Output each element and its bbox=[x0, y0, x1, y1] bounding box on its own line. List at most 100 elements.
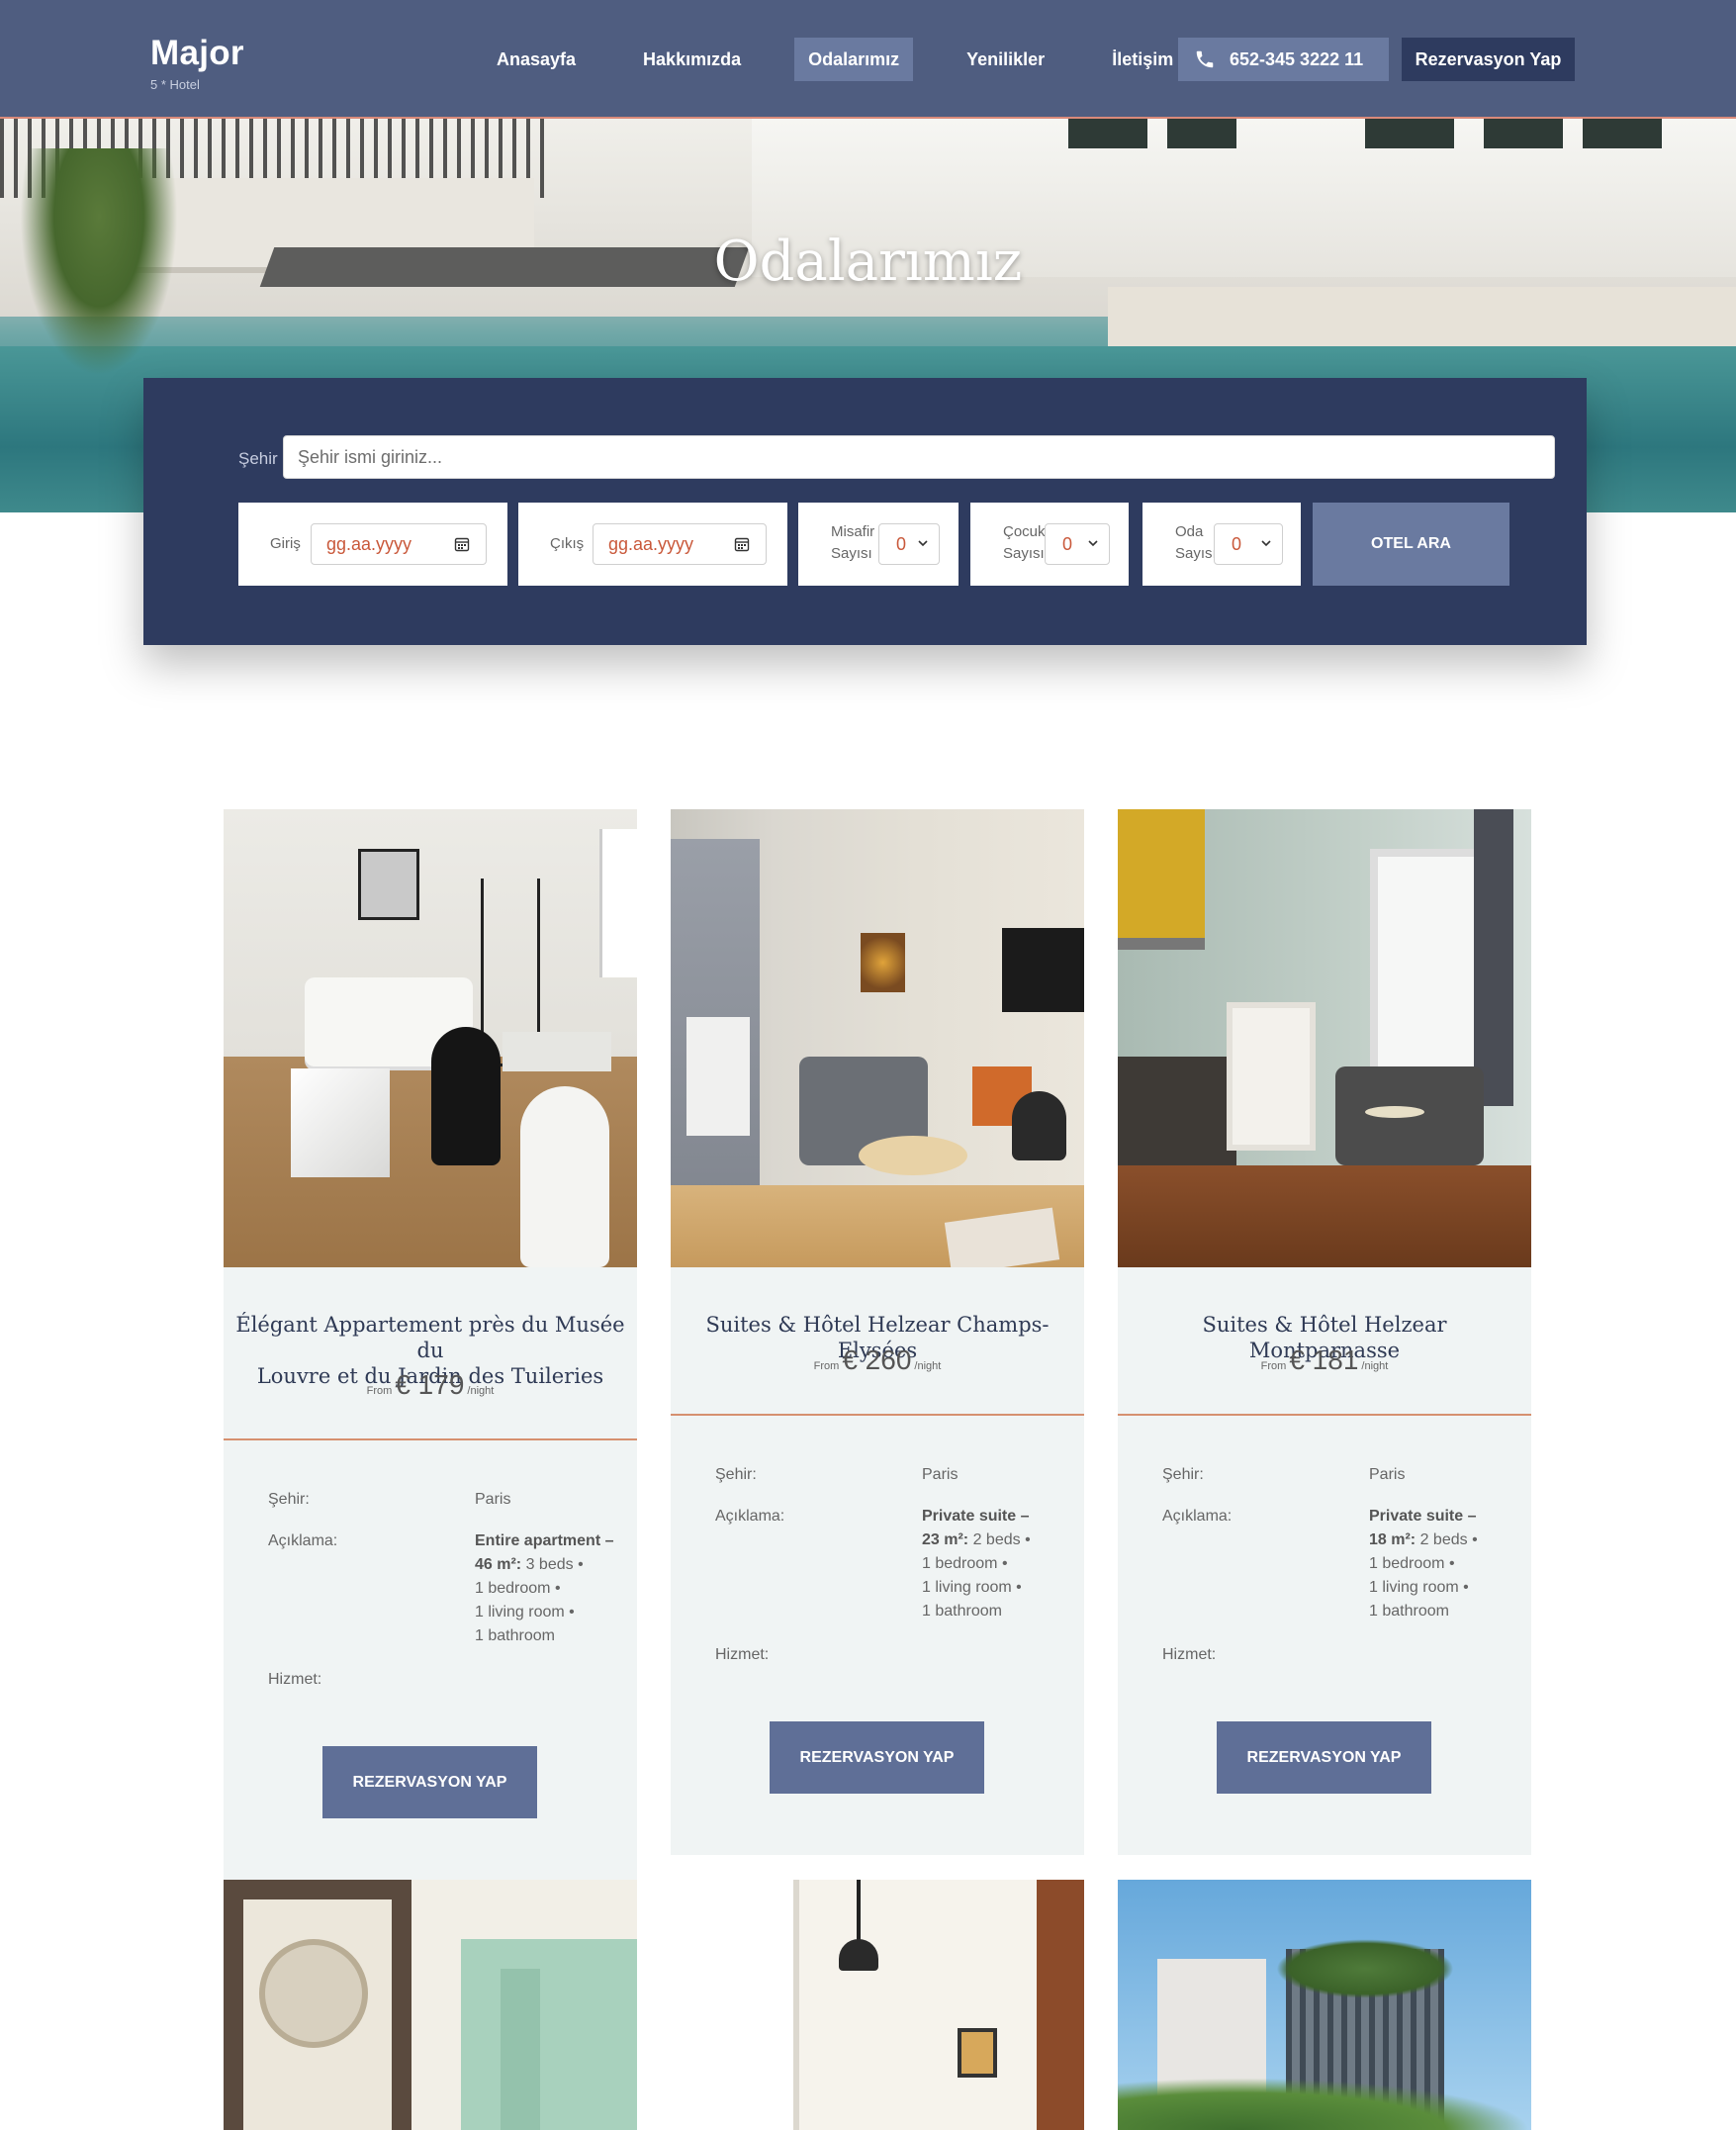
checkout-date-input[interactable]: gg.aa.yyyy bbox=[593, 523, 767, 565]
hero-image-window bbox=[1583, 119, 1662, 148]
city-value: Paris bbox=[475, 1491, 511, 1508]
city-value: Paris bbox=[1369, 1466, 1406, 1483]
rooms-field: Oda Sayısı 0 bbox=[1142, 503, 1301, 586]
rooms-label-line1: Oda bbox=[1175, 523, 1204, 540]
header-reserve-button[interactable]: Rezervasyon Yap bbox=[1402, 38, 1575, 81]
brand-name: Major bbox=[150, 34, 244, 72]
price-per-night: /night bbox=[467, 1385, 495, 1397]
description-row-label: Açıklama: bbox=[1162, 1508, 1233, 1525]
rooms-select[interactable]: 0 bbox=[1214, 523, 1283, 565]
desc-text: 1 bathroom bbox=[922, 1603, 1002, 1620]
brand-subtitle: 5 * Hotel bbox=[150, 77, 200, 92]
city-label: Şehir bbox=[238, 449, 278, 468]
room-photo[interactable] bbox=[1118, 1880, 1531, 2130]
children-label-line1: Çocuk bbox=[1003, 523, 1046, 540]
checkin-date-input[interactable]: gg.aa.yyyy bbox=[311, 523, 487, 565]
children-value: 0 bbox=[1062, 534, 1073, 554]
price-from-label: From bbox=[366, 1385, 393, 1397]
children-field: Çocuk Sayısı 0 bbox=[970, 503, 1129, 586]
checkin-field: Giriş gg.aa.yyyy bbox=[238, 503, 507, 586]
checkout-placeholder: gg.aa.yyyy bbox=[608, 534, 694, 554]
price-from-label: From bbox=[1260, 1360, 1287, 1372]
service-row-label: Hizmet: bbox=[268, 1671, 322, 1688]
desc-text: 1 living room • bbox=[1369, 1579, 1469, 1596]
price-per-night: /night bbox=[1361, 1360, 1389, 1372]
room-card: Suites & Hôtel Helzear Montparnasse From… bbox=[1118, 809, 1531, 1855]
hero-image-ledge bbox=[1108, 287, 1736, 346]
nav-item-odalarimiz[interactable]: Odalarımız bbox=[794, 38, 914, 81]
search-panel: Şehir Giriş gg.aa.yyyy Çıkış gg.aa.yyyy … bbox=[143, 378, 1587, 645]
price-amount: € 181 bbox=[1289, 1344, 1359, 1375]
description-row-label: Açıklama: bbox=[715, 1508, 785, 1525]
guests-label-line2: Sayısı bbox=[831, 545, 872, 562]
guests-field: Misafir Sayısı 0 bbox=[798, 503, 959, 586]
card-divider bbox=[1118, 1414, 1531, 1416]
city-input[interactable] bbox=[283, 435, 1555, 479]
city-row-label: Şehir: bbox=[1162, 1466, 1204, 1483]
service-row-label: Hizmet: bbox=[1162, 1646, 1217, 1663]
checkout-field: Çıkış gg.aa.yyyy bbox=[518, 503, 787, 586]
desc-text: 1 living room • bbox=[922, 1579, 1022, 1596]
desc-bold: 23 m²: bbox=[922, 1531, 969, 1548]
room-card bbox=[224, 1880, 637, 2130]
desc-text: 1 bedroom • bbox=[475, 1580, 561, 1597]
nav-item-hakkimizda[interactable]: Hakkımızda bbox=[629, 38, 755, 81]
nav-item-anasayfa[interactable]: Anasayfa bbox=[483, 38, 590, 81]
children-label-line2: Sayısı bbox=[1003, 545, 1045, 562]
hero-image-window bbox=[1068, 119, 1147, 148]
room-photo[interactable] bbox=[671, 1880, 1084, 2130]
desc-bold: Entire apartment – bbox=[475, 1532, 614, 1549]
room-photo[interactable] bbox=[224, 809, 637, 1267]
city-value: Paris bbox=[922, 1466, 959, 1483]
price-amount: € 260 bbox=[842, 1344, 912, 1375]
hero-image-window bbox=[1365, 119, 1454, 148]
desc-text: 1 bathroom bbox=[475, 1627, 555, 1644]
room-price: From € 181/night bbox=[1118, 1344, 1531, 1376]
desc-text: 2 beds • bbox=[1419, 1531, 1478, 1548]
room-card: Élégant Appartement près du Musée du Lou… bbox=[224, 809, 637, 1880]
guests-select[interactable]: 0 bbox=[878, 523, 940, 565]
site-header: Major 5 * Hotel Anasayfa Hakkımızda Odal… bbox=[0, 0, 1736, 119]
calendar-icon[interactable] bbox=[734, 536, 750, 552]
desc-text: 1 bathroom bbox=[1369, 1603, 1449, 1620]
desc-bold: 18 m²: bbox=[1369, 1531, 1416, 1548]
hero-image-window bbox=[1167, 119, 1236, 148]
phone-number: 652-345 3222 11 bbox=[1230, 48, 1364, 69]
room-photo[interactable] bbox=[1118, 809, 1531, 1267]
brand-logo[interactable]: Major 5 * Hotel bbox=[150, 34, 244, 92]
hotel-search-button[interactable]: OTEL ARA bbox=[1313, 503, 1509, 586]
desc-text: 1 living room • bbox=[475, 1604, 575, 1621]
nav-item-iletisim[interactable]: İletişim bbox=[1098, 38, 1187, 81]
phone-icon bbox=[1196, 50, 1214, 68]
room-card: Suites & Hôtel Helzear Champs-Elysées Fr… bbox=[671, 809, 1084, 1855]
price-from-label: From bbox=[813, 1360, 840, 1372]
desc-bold: Private suite – bbox=[922, 1508, 1030, 1525]
desc-text: 1 bedroom • bbox=[1369, 1555, 1455, 1572]
desc-bold: Private suite – bbox=[1369, 1508, 1477, 1525]
nav-item-yenilikler[interactable]: Yenilikler bbox=[953, 38, 1058, 81]
description-row-label: Açıklama: bbox=[268, 1532, 338, 1549]
guests-label-line1: Misafir bbox=[831, 523, 875, 540]
price-amount: € 179 bbox=[395, 1369, 465, 1400]
checkin-placeholder: gg.aa.yyyy bbox=[326, 534, 412, 554]
phone-button[interactable]: 652-345 3222 11 bbox=[1178, 38, 1389, 81]
book-room-button[interactable]: REZERVASYON YAP bbox=[322, 1746, 537, 1818]
desc-text: 2 beds • bbox=[972, 1531, 1031, 1548]
chevron-down-icon bbox=[1088, 540, 1098, 547]
book-room-button[interactable]: REZERVASYON YAP bbox=[770, 1721, 984, 1794]
room-photo[interactable] bbox=[671, 809, 1084, 1267]
rooms-value: 0 bbox=[1232, 534, 1242, 554]
room-price: From € 179/night bbox=[224, 1369, 637, 1401]
chevron-down-icon bbox=[1261, 540, 1271, 547]
room-photo[interactable] bbox=[224, 1880, 637, 2130]
hero-image-window bbox=[1484, 119, 1563, 148]
page-title: Odalarımız bbox=[713, 230, 1023, 294]
description-value: Private suite – 18 m²: 2 beds • 1 bedroo… bbox=[1369, 1505, 1517, 1623]
room-price: From € 260/night bbox=[671, 1344, 1084, 1376]
rooms-label-line2: Sayısı bbox=[1175, 545, 1217, 562]
calendar-icon[interactable] bbox=[454, 536, 470, 552]
room-title-line: Élégant Appartement près du Musée du bbox=[235, 1313, 625, 1362]
service-row-label: Hizmet: bbox=[715, 1646, 770, 1663]
book-room-button[interactable]: REZERVASYON YAP bbox=[1217, 1721, 1431, 1794]
children-select[interactable]: 0 bbox=[1045, 523, 1110, 565]
